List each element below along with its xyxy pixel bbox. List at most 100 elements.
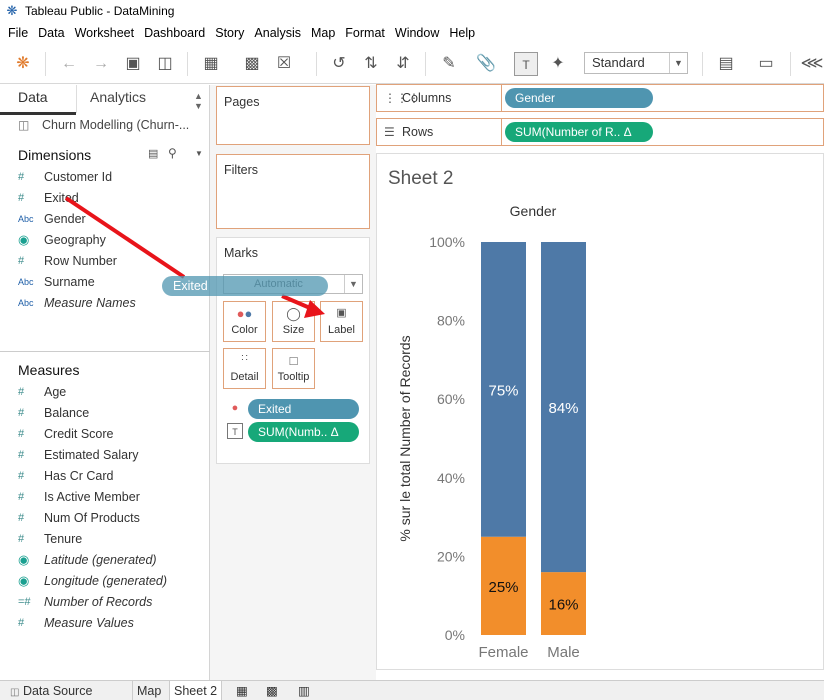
field-customer-id[interactable]: # Customer Id [18, 167, 112, 187]
sort-ascending-icon[interactable]: ⇅ [359, 52, 383, 76]
field-gender[interactable]: Abc Gender [18, 209, 86, 229]
y-tick-label: 0% [445, 627, 465, 643]
menu-window[interactable]: Window [395, 26, 439, 40]
text-type-icon: Abc [18, 277, 34, 287]
label-button[interactable]: ▣ Label [320, 301, 363, 342]
save-icon[interactable]: ▣ [121, 52, 145, 76]
label-text-icon: T [227, 423, 243, 439]
swap-rows-columns-icon[interactable]: ↺ [327, 52, 351, 76]
detail-button[interactable]: ∷ Detail [223, 348, 266, 389]
menu-format[interactable]: Format [345, 26, 385, 40]
field-latitude[interactable]: ◉ Latitude (generated) [18, 550, 157, 570]
number-icon: # [18, 617, 25, 629]
field-surname[interactable]: Abc Surname [18, 272, 95, 292]
search-icon[interactable]: ⚲ [168, 146, 177, 160]
sort-descending-icon[interactable]: ⇵ [391, 52, 415, 76]
field-balance[interactable]: # Balance [18, 403, 89, 423]
bar-data-label: 16% [548, 597, 578, 614]
tab-data-source[interactable]: ◫ Data Source [6, 681, 96, 700]
menu-analysis[interactable]: Analysis [254, 26, 301, 40]
view-size-dropdown[interactable]: Standard ▼ [584, 52, 688, 74]
sum-records-label-pill[interactable]: SUM(Numb.. Δ [248, 422, 359, 442]
bar-data-label: 75% [488, 382, 518, 399]
tableau-home-icon[interactable]: ❋ [11, 52, 35, 76]
new-dashboard-icon[interactable]: ▩ [262, 681, 282, 700]
number-icon: # [18, 255, 25, 267]
menu-data[interactable]: Data [38, 26, 64, 40]
menu-file[interactable]: File [8, 26, 28, 40]
field-geography[interactable]: ◉ Geography [18, 230, 106, 250]
field-number-of-records[interactable]: =# Number of Records [18, 592, 152, 612]
number-icon: # [18, 386, 25, 398]
tab-sheet-2[interactable]: Sheet 2 [169, 681, 223, 700]
group-members-icon[interactable]: 📎 [474, 52, 498, 76]
menu-map[interactable]: Map [311, 26, 335, 40]
presentation-mode-icon[interactable]: ▭ [754, 52, 778, 76]
field-tenure[interactable]: # Tenure [18, 529, 82, 549]
tab-map[interactable]: Map [132, 681, 165, 700]
field-age[interactable]: # Age [18, 382, 66, 402]
chevron-down-icon: ▼ [669, 53, 687, 73]
view-toggle-icon[interactable]: ▤ [148, 147, 158, 160]
fix-axes-icon[interactable]: ✦ [546, 52, 570, 76]
field-measure-names[interactable]: Abc Measure Names [18, 293, 136, 313]
highlight-icon[interactable]: ✎ [437, 52, 461, 76]
filters-card[interactable]: Filters [216, 154, 370, 229]
number-icon: # [18, 407, 25, 419]
duplicate-sheet-icon[interactable]: ▩ [240, 52, 264, 76]
updown-arrow-icon[interactable]: ▲ ▼ [194, 91, 203, 111]
field-estimated-salary[interactable]: # Estimated Salary [18, 445, 138, 465]
undo-icon[interactable]: ← [57, 52, 81, 76]
detail-dots-icon: ∷ [241, 353, 248, 364]
dimensions-heading: Dimensions [18, 147, 92, 163]
y-tick-label: 60% [437, 391, 465, 407]
field-longitude[interactable]: ◉ Longitude (generated) [18, 571, 167, 591]
field-measure-values[interactable]: # Measure Values [18, 613, 134, 633]
field-row-number[interactable]: # Row Number [18, 251, 117, 271]
show-me-icon[interactable]: ▤ [714, 52, 738, 76]
menu-story[interactable]: Story [215, 26, 244, 40]
size-button[interactable]: ◯ Size [272, 301, 315, 342]
gender-column-pill[interactable]: Gender [505, 88, 653, 108]
color-palette-icon: ● [231, 402, 239, 414]
new-worksheet-icon[interactable]: ▦ [232, 681, 252, 700]
field-credit-score[interactable]: # Credit Score [18, 424, 113, 444]
new-datasource-icon[interactable]: ◫ [153, 52, 177, 76]
text-type-icon: Abc [18, 214, 34, 224]
field-exited[interactable]: # Exited [18, 188, 79, 208]
redo-icon[interactable]: → [89, 52, 113, 76]
field-num-of-products[interactable]: # Num Of Products [18, 508, 140, 528]
column-header: Gender [510, 203, 557, 219]
clear-sheet-icon[interactable]: ☒ [272, 52, 296, 76]
view-size-value: Standard [592, 55, 645, 70]
menu-worksheet[interactable]: Worksheet [75, 26, 135, 40]
menu-dashboard[interactable]: Dashboard [144, 26, 205, 40]
new-worksheet-icon[interactable]: ▦ [199, 52, 223, 76]
chevron-down-icon[interactable]: ▼ [195, 149, 203, 158]
show-labels-icon[interactable]: T [514, 52, 538, 76]
share-icon[interactable]: ⋘ [800, 52, 824, 76]
color-button[interactable]: ●● Color [223, 301, 266, 342]
y-tick-label: 80% [437, 313, 465, 329]
pages-card[interactable]: Pages [216, 86, 370, 145]
columns-label: Columns [402, 91, 452, 105]
tooltip-button[interactable]: □ Tooltip [272, 348, 315, 389]
columns-shelf[interactable]: ⋮⋮⋮ Columns Gender [376, 84, 824, 112]
tab-data[interactable]: Data [18, 89, 48, 105]
measures-heading: Measures [18, 362, 80, 378]
dragged-exited-pill[interactable]: Exited [162, 276, 328, 296]
data-pane: Data Analytics ▲ ▼ ◫ Churn Modelling (Chu… [0, 85, 210, 680]
number-icon: # [18, 533, 25, 545]
sum-records-row-pill[interactable]: SUM(Number of R.. Δ [505, 122, 653, 142]
marks-card: Marks Automatic ▼ ●● Color ◯ Size ▣ Labe… [216, 237, 370, 464]
rows-shelf[interactable]: ☰ Rows SUM(Number of R.. Δ [376, 118, 824, 146]
tab-analytics[interactable]: Analytics [90, 89, 146, 105]
field-has-cr-card[interactable]: # Has Cr Card [18, 466, 113, 486]
field-is-active-member[interactable]: # Is Active Member [18, 487, 140, 507]
exited-color-pill[interactable]: Exited [248, 399, 359, 419]
tableau-logo-icon: ❋ [6, 3, 18, 18]
datasource-item[interactable]: ◫ Churn Modelling (Churn-... [18, 118, 189, 132]
new-story-icon[interactable]: ▥ [294, 681, 314, 700]
rows-icon: ☰ [384, 125, 395, 139]
menu-help[interactable]: Help [449, 26, 475, 40]
